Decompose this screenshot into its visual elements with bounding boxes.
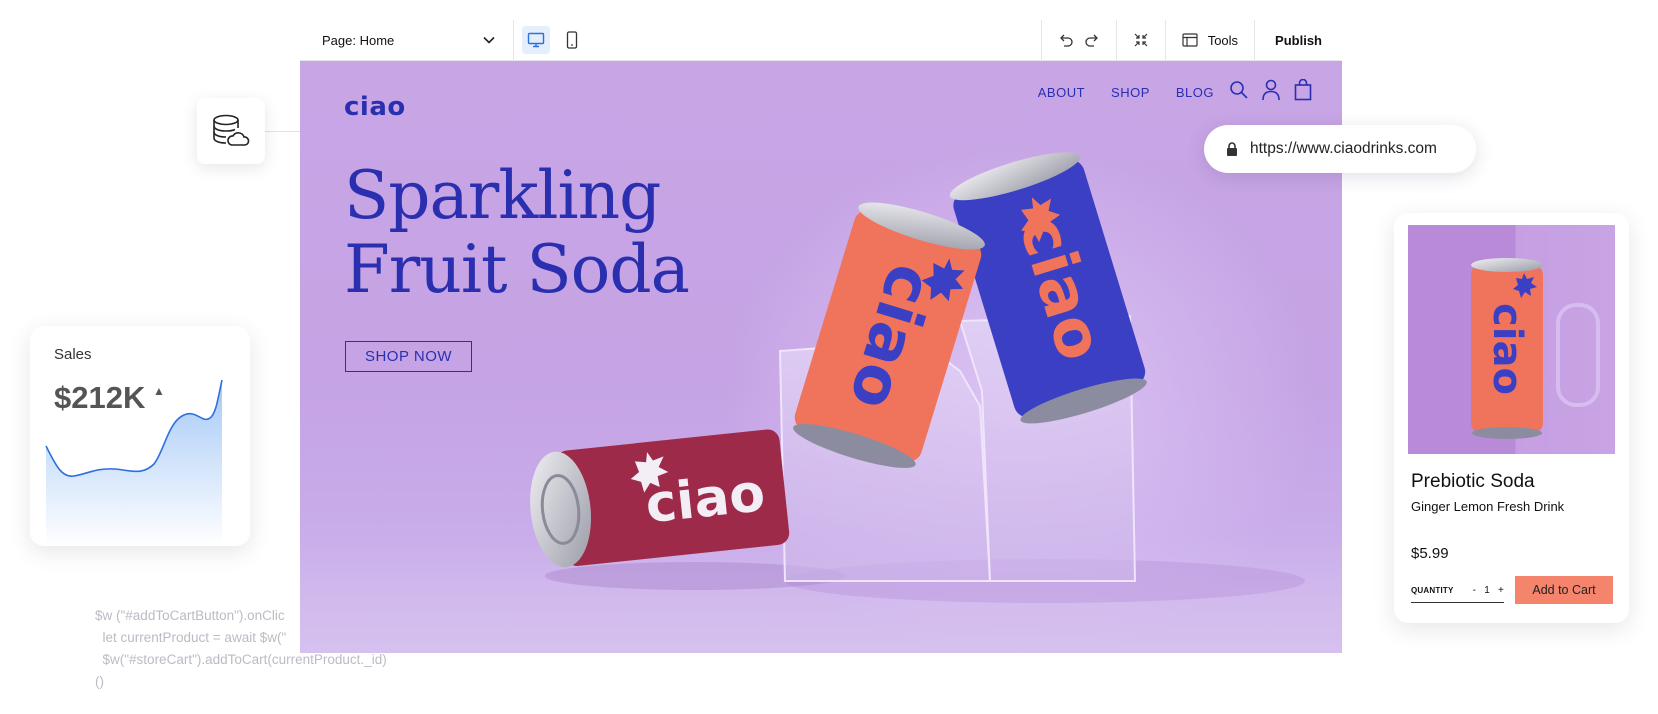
redo-icon[interactable] (1084, 33, 1100, 47)
publish-button[interactable]: Publish (1254, 19, 1342, 61)
chevron-down-icon (483, 36, 495, 44)
svg-text:ciao: ciao (1484, 303, 1530, 395)
desktop-view-button[interactable] (522, 26, 550, 54)
browser-url-bar[interactable]: https://www.ciaodrinks.com (1204, 125, 1476, 173)
code-line: () (95, 674, 104, 689)
mobile-view-button[interactable] (558, 26, 586, 54)
product-title: Prebiotic Soda (1411, 471, 1535, 492)
sales-sparkline (45, 379, 223, 546)
sales-widget: Sales $212K ▲ (30, 326, 250, 546)
tools-panel-icon (1182, 33, 1198, 47)
editor-toolbar: Page: Home Tools Publish (300, 19, 1342, 61)
product-can-illustration: ciao (1471, 258, 1600, 439)
collapse-icon (1134, 33, 1148, 47)
database-widget[interactable] (197, 98, 265, 164)
quantity-stepper: QUANTITY - 1 + (1411, 578, 1504, 603)
url-text: https://www.ciaodrinks.com (1250, 140, 1437, 157)
quantity-minus-button[interactable]: - (1473, 585, 1477, 596)
undo-redo-group (1040, 19, 1116, 61)
undo-icon[interactable] (1058, 33, 1074, 47)
desktop-icon (527, 32, 545, 48)
zoom-out-button[interactable] (1115, 19, 1165, 61)
product-subtitle: Ginger Lemon Fresh Drink (1411, 499, 1565, 514)
mobile-icon (566, 31, 578, 49)
quantity-value[interactable]: 1 (1484, 585, 1490, 596)
page-selector-label: Page: Home (322, 32, 395, 48)
lock-icon (1227, 142, 1237, 156)
database-cloud-icon (213, 114, 250, 146)
quantity-label: QUANTITY (1411, 585, 1454, 595)
tools-button[interactable]: Tools (1164, 19, 1254, 61)
product-price: $5.99 (1411, 545, 1449, 562)
add-to-cart-button[interactable]: Add to Cart (1515, 576, 1613, 604)
soda-cans-illustration: ciao ciao ciao (530, 152, 1305, 603)
tools-label: Tools (1207, 32, 1239, 48)
site-hero: ciao ABOUT SHOP BLOG Sparkling Fruit Sod… (300, 61, 1342, 653)
product-card: ciao Prebiotic Soda Ginger Lemon Fresh D… (1394, 213, 1629, 623)
quantity-plus-button[interactable]: + (1498, 585, 1504, 596)
page-selector[interactable]: Page: Home (300, 19, 514, 61)
product-image[interactable]: ciao (1408, 225, 1615, 454)
